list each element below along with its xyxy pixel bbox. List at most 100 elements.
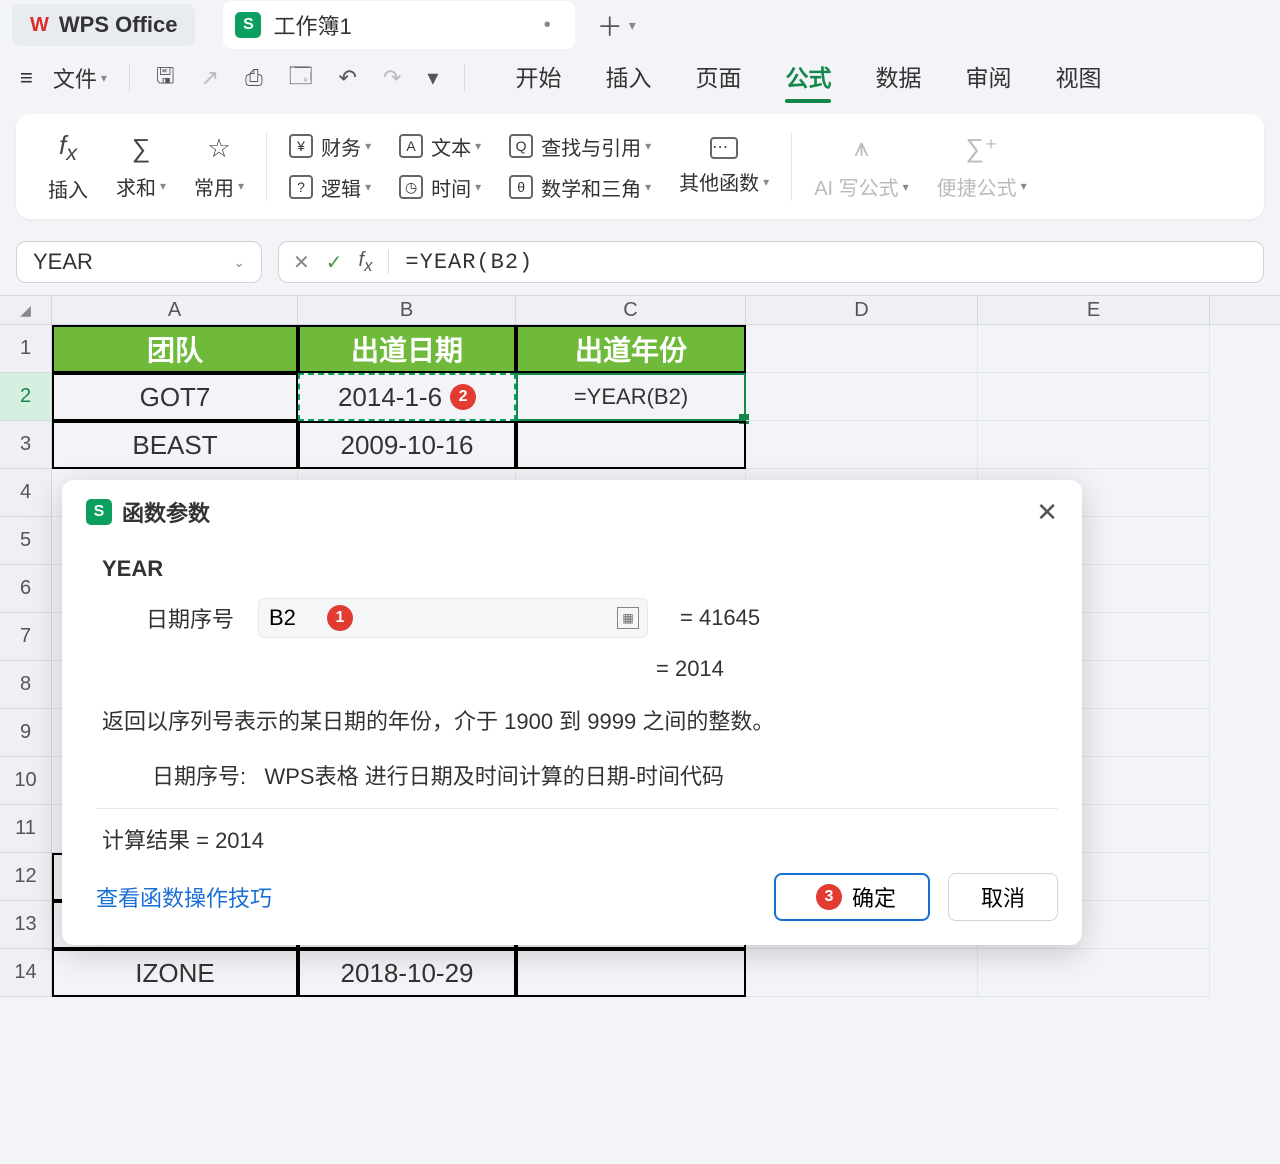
confirm-icon[interactable]: ✓ bbox=[326, 250, 343, 275]
row-header[interactable]: 1 bbox=[0, 325, 52, 373]
insert-function-button[interactable]: fx 插入 bbox=[48, 130, 88, 203]
function-arguments-dialog: S 函数参数 ✕ YEAR 日期序号 1 ▦ = 41645 = 2014 返回… bbox=[62, 480, 1082, 945]
app-name: WPS Office bbox=[59, 12, 178, 38]
redo-icon[interactable]: ↷ bbox=[373, 61, 411, 95]
preview-icon[interactable]: 🗔 bbox=[279, 55, 323, 101]
file-menu[interactable]: 文件▾ bbox=[47, 58, 113, 98]
cell-reference[interactable]: 2014-1-6 2 bbox=[298, 373, 516, 421]
theta-icon: θ bbox=[509, 175, 533, 199]
clock-icon: ◷ bbox=[399, 175, 423, 199]
cell[interactable] bbox=[978, 325, 1210, 373]
separator bbox=[129, 64, 130, 92]
range-picker-icon[interactable]: ▦ bbox=[617, 607, 639, 629]
row-header[interactable]: 4 bbox=[0, 469, 52, 517]
cell[interactable]: IZONE bbox=[52, 949, 298, 997]
param-input[interactable]: 1 ▦ bbox=[258, 598, 648, 638]
print-icon[interactable]: ⎙ bbox=[235, 61, 273, 95]
other-functions-button[interactable]: ⋯ 其他函数▾ bbox=[679, 137, 769, 196]
finance-button[interactable]: ¥财务▾ bbox=[289, 132, 371, 161]
chevron-down-icon[interactable]: ▾ bbox=[417, 61, 448, 95]
col-header-e[interactable]: E bbox=[978, 296, 1210, 324]
col-header-b[interactable]: B bbox=[298, 296, 516, 324]
tab-view[interactable]: 视图 bbox=[1055, 59, 1101, 97]
ribbon: fx 插入 ∑ 求和▾ ☆ 常用▾ ¥财务▾ ?逻辑▾ A文本▾ ◷时间▾ Q查 bbox=[16, 114, 1264, 219]
cell[interactable]: 出道日期 bbox=[298, 325, 516, 373]
wps-logo-icon: W bbox=[30, 14, 49, 37]
row-header[interactable]: 9 bbox=[0, 709, 52, 757]
close-button[interactable]: ✕ bbox=[1036, 497, 1058, 528]
text-button[interactable]: A文本▾ bbox=[399, 132, 481, 161]
document-tab[interactable]: S 工作簿1 • bbox=[223, 1, 574, 49]
share-icon[interactable]: ↗ bbox=[191, 61, 229, 95]
name-box[interactable]: YEAR ⌄ bbox=[16, 241, 262, 283]
tab-start[interactable]: 开始 bbox=[515, 59, 561, 97]
row-header[interactable]: 8 bbox=[0, 661, 52, 709]
time-button[interactable]: ◷时间▾ bbox=[399, 173, 481, 202]
undo-icon[interactable]: ↶ bbox=[329, 61, 367, 95]
math-button[interactable]: θ数学和三角▾ bbox=[509, 173, 651, 202]
cell[interactable] bbox=[516, 421, 746, 469]
cancel-button[interactable]: 取消 bbox=[948, 873, 1058, 921]
new-tab-button[interactable]: ＋▾ bbox=[597, 7, 636, 44]
row-header[interactable]: 14 bbox=[0, 949, 52, 997]
workbook-name: 工作簿1 bbox=[273, 9, 351, 41]
cell[interactable]: 出道年份 bbox=[516, 325, 746, 373]
tab-formula[interactable]: 公式 bbox=[785, 59, 831, 97]
cell[interactable] bbox=[746, 421, 978, 469]
row-header[interactable]: 11 bbox=[0, 805, 52, 853]
cell[interactable]: 2009-10-16 bbox=[298, 421, 516, 469]
cell[interactable] bbox=[978, 373, 1210, 421]
tab-review[interactable]: 审阅 bbox=[965, 59, 1011, 97]
tab-page[interactable]: 页面 bbox=[695, 59, 741, 97]
app-logo-box: W WPS Office bbox=[12, 4, 195, 46]
formula-bar[interactable]: ✕ ✓ fx =YEAR(B2) bbox=[278, 241, 1264, 283]
tab-insert[interactable]: 插入 bbox=[605, 59, 651, 97]
search-icon: Q bbox=[509, 134, 533, 158]
param-value-input[interactable] bbox=[269, 605, 309, 631]
common-button[interactable]: ☆ 常用▾ bbox=[194, 133, 244, 201]
quick-formula-button[interactable]: ∑⁺ 便捷公式▾ bbox=[937, 133, 1027, 201]
cell[interactable] bbox=[516, 949, 746, 997]
row-header[interactable]: 2 bbox=[0, 373, 52, 421]
cell[interactable]: BEAST bbox=[52, 421, 298, 469]
formula-input[interactable]: =YEAR(B2) bbox=[405, 250, 533, 275]
row-header[interactable]: 6 bbox=[0, 565, 52, 613]
active-cell[interactable]: =YEAR(B2) bbox=[516, 373, 746, 421]
fx-icon[interactable]: fx bbox=[359, 249, 373, 276]
cell[interactable]: GOT7 bbox=[52, 373, 298, 421]
sum-button[interactable]: ∑ 求和▾ bbox=[116, 133, 166, 201]
sheet-icon: S bbox=[86, 499, 112, 525]
title-bar: W WPS Office S 工作簿1 • ＋▾ bbox=[0, 0, 1280, 50]
tab-data[interactable]: 数据 bbox=[875, 59, 921, 97]
row-header[interactable]: 5 bbox=[0, 517, 52, 565]
row-header[interactable]: 12 bbox=[0, 853, 52, 901]
save-icon[interactable]: 🖫 bbox=[146, 55, 185, 101]
row-header[interactable]: 13 bbox=[0, 901, 52, 949]
row-header[interactable]: 10 bbox=[0, 757, 52, 805]
row-header[interactable]: 3 bbox=[0, 421, 52, 469]
help-link[interactable]: 查看函数操作技巧 bbox=[96, 881, 272, 913]
col-header-a[interactable]: A bbox=[52, 296, 298, 324]
cell[interactable] bbox=[746, 325, 978, 373]
sigma-plus-icon: ∑⁺ bbox=[966, 133, 998, 164]
calc-result: 计算结果 = 2014 bbox=[102, 823, 1058, 855]
ok-button[interactable]: 3 确定 bbox=[774, 873, 930, 921]
cell[interactable]: 团队 bbox=[52, 325, 298, 373]
cancel-icon[interactable]: ✕ bbox=[293, 250, 310, 275]
col-header-d[interactable]: D bbox=[746, 296, 978, 324]
chevron-down-icon: ▾ bbox=[629, 17, 636, 34]
ai-formula-button[interactable]: ⩚ AI 写公式▾ bbox=[814, 132, 908, 201]
select-all-corner[interactable]: ◢ bbox=[0, 296, 52, 324]
row-header[interactable]: 7 bbox=[0, 613, 52, 661]
cell[interactable]: 2018-10-29 bbox=[298, 949, 516, 997]
cell[interactable] bbox=[746, 373, 978, 421]
col-header-c[interactable]: C bbox=[516, 296, 746, 324]
menu-bar: ≡ 文件▾ 🖫 ↗ ⎙ 🗔 ↶ ↷ ▾ 开始 插入 页面 公式 数据 审阅 视图 bbox=[0, 50, 1280, 106]
hamburger-icon[interactable]: ≡ bbox=[12, 61, 41, 95]
question-icon: ? bbox=[289, 175, 313, 199]
lookup-button[interactable]: Q查找与引用▾ bbox=[509, 132, 651, 161]
cell[interactable] bbox=[978, 421, 1210, 469]
function-name: YEAR bbox=[102, 556, 1058, 582]
logic-button[interactable]: ?逻辑▾ bbox=[289, 173, 371, 202]
a-icon: A bbox=[399, 134, 423, 158]
